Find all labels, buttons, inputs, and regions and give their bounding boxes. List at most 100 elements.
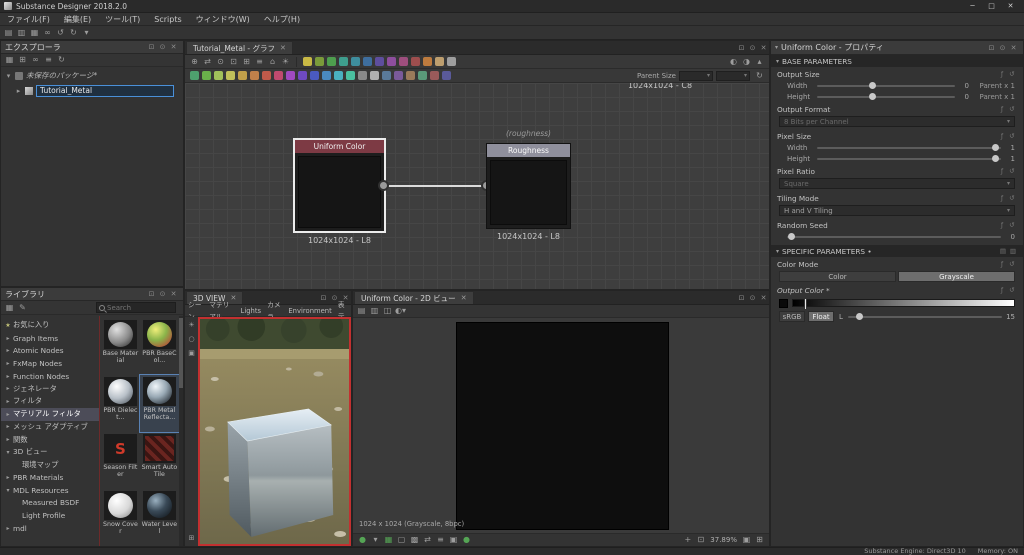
- library-node-icon[interactable]: [333, 71, 343, 80]
- output-connector-dot[interactable]: [378, 180, 389, 191]
- tab-2d-view[interactable]: Uniform Color - 2D ビュー ✕: [354, 291, 474, 304]
- library-node-icon[interactable]: [273, 71, 283, 80]
- comment-icon[interactable]: ≡: [253, 56, 266, 68]
- history-dropdown-icon[interactable]: ▾: [80, 27, 93, 39]
- node-roughness[interactable]: Roughness: [486, 143, 571, 229]
- function-icon[interactable]: ƒ: [997, 192, 1007, 204]
- canvas-toggle-icon[interactable]: ▢: [395, 534, 408, 546]
- graph-row[interactable]: ▸: [1, 84, 183, 97]
- library-tree-item[interactable]: Light Profile: [1, 509, 99, 522]
- close-icon[interactable]: ✕: [1001, 0, 1020, 12]
- refresh-icon[interactable]: ↻: [55, 54, 68, 66]
- library-node-icon[interactable]: [285, 71, 295, 80]
- save-all-icon[interactable]: ▦: [3, 54, 16, 66]
- float-panel-icon[interactable]: ⊡: [736, 42, 747, 54]
- library-search[interactable]: [96, 302, 176, 313]
- pin-panel-icon[interactable]: ⊙: [157, 41, 168, 53]
- parent-size-height-select[interactable]: ▾: [716, 70, 750, 81]
- select-tool-icon[interactable]: ⊕: [188, 56, 201, 68]
- edit-filter-icon[interactable]: ✎: [16, 302, 29, 314]
- refresh-outputs-icon[interactable]: ↻: [753, 70, 766, 82]
- node-uniform-color[interactable]: Uniform Color: [293, 138, 386, 233]
- close-panel-icon[interactable]: ✕: [168, 41, 179, 53]
- lock-zoom-icon[interactable]: ▣: [740, 534, 753, 546]
- library-tree-item[interactable]: ▾ MDL Resources: [1, 484, 99, 497]
- library-thumbnail[interactable]: Water Level: [140, 489, 179, 546]
- snap-icon[interactable]: ⊞: [240, 56, 253, 68]
- chevron-icon[interactable]: ▸: [5, 373, 11, 380]
- toolbar-options-icon[interactable]: ▴: [753, 56, 766, 68]
- undo-icon[interactable]: ↺: [54, 27, 67, 39]
- view3d-menu-item[interactable]: Lights: [238, 305, 265, 317]
- output-height-slider[interactable]: [817, 93, 955, 100]
- function-icon[interactable]: ƒ: [997, 103, 1007, 115]
- atomic-node-icon[interactable]: [434, 57, 444, 66]
- atomic-node-icon[interactable]: [410, 57, 420, 66]
- reset-icon[interactable]: ↺: [1007, 258, 1017, 270]
- library-tree-item[interactable]: ▸ マテリアル フィルタ: [1, 407, 99, 421]
- library-node-icon[interactable]: [417, 71, 427, 80]
- color-swatch[interactable]: [779, 298, 788, 308]
- chevron-icon[interactable]: ▸: [5, 385, 11, 392]
- chevron-icon[interactable]: ▸: [5, 398, 11, 405]
- view-mode-icon[interactable]: ▦: [3, 302, 16, 314]
- library-node-icon[interactable]: [213, 71, 223, 80]
- output-width-slider[interactable]: [817, 82, 955, 89]
- section-base-parameters[interactable]: ▾ BASE PARAMETERS: [771, 55, 1023, 67]
- pin-panel-icon[interactable]: ⊙: [157, 288, 168, 300]
- library-node-icon[interactable]: [249, 71, 259, 80]
- pixel-ratio-select[interactable]: Square ▾: [779, 178, 1015, 189]
- copy-image-icon[interactable]: ▥: [368, 305, 381, 317]
- reset-icon[interactable]: ↺: [1007, 130, 1017, 142]
- display-mode-icon[interactable]: ▣: [186, 348, 197, 358]
- tiling-preview-icon[interactable]: ▦: [382, 534, 395, 546]
- atomic-node-icon[interactable]: [422, 57, 432, 66]
- atomic-node-icon[interactable]: [362, 57, 372, 66]
- function-icon[interactable]: ƒ: [997, 130, 1007, 142]
- atomic-node-icon[interactable]: [302, 57, 312, 66]
- library-node-icon[interactable]: [321, 71, 331, 80]
- float-panel-icon[interactable]: ⊡: [986, 42, 997, 54]
- focus-icon[interactable]: ⊡: [227, 56, 240, 68]
- save-image-icon[interactable]: ▤: [355, 305, 368, 317]
- link-icon[interactable]: ∞: [41, 27, 54, 39]
- library-tree-item[interactable]: ▾ 3D ビュー: [1, 446, 99, 459]
- library-thumbnail[interactable]: PBR BaseCol...: [140, 318, 179, 375]
- exposure-icon[interactable]: ☀: [279, 56, 292, 68]
- new-package-icon[interactable]: ▤: [2, 27, 15, 39]
- library-tree-item[interactable]: ▸ Function Nodes: [1, 370, 99, 383]
- reset-icon[interactable]: ↺: [1007, 219, 1017, 231]
- sun-light-icon[interactable]: ☀: [186, 320, 197, 330]
- filter-icon[interactable]: ≡: [42, 54, 55, 66]
- fit-view-icon[interactable]: ⊡: [694, 534, 707, 546]
- reset-icon[interactable]: ↺: [1007, 192, 1017, 204]
- menu-item[interactable]: Scripts: [147, 13, 188, 26]
- pan-icon[interactable]: ⇄: [421, 534, 434, 546]
- grid-toggle-icon[interactable]: ▩: [408, 534, 421, 546]
- library-node-icon[interactable]: [393, 71, 403, 80]
- preview-mode-icon[interactable]: ◐: [727, 56, 740, 68]
- library-node-icon[interactable]: [405, 71, 415, 80]
- menu-item[interactable]: ウィンドウ(W): [189, 13, 257, 26]
- list-icon[interactable]: ▥: [1008, 245, 1018, 257]
- chevron-icon[interactable]: ▸: [5, 347, 11, 354]
- view3d-menu-item[interactable]: Environment: [285, 305, 334, 317]
- chevron-down-icon[interactable]: ▾: [775, 44, 778, 51]
- atomic-node-icon[interactable]: [350, 57, 360, 66]
- graph-name-input[interactable]: [36, 84, 174, 97]
- library-thumbnail[interactable]: S Season Filter: [101, 432, 140, 489]
- pan-tool-icon[interactable]: ⇄: [201, 56, 214, 68]
- atomic-node-icon[interactable]: [314, 57, 324, 66]
- output-format-select[interactable]: 8 Bits per Channel ▾: [779, 116, 1015, 127]
- library-tree-item[interactable]: Measured BSDF: [1, 497, 99, 510]
- chevron-icon[interactable]: ▸: [5, 474, 11, 481]
- library-node-icon[interactable]: [429, 71, 439, 80]
- histogram-icon[interactable]: ▣: [447, 534, 460, 546]
- 2d-canvas[interactable]: 1024 x 1024 (Grayscale, 8bpc): [353, 318, 769, 533]
- link-package-icon[interactable]: ∞: [29, 54, 42, 66]
- close-panel-icon[interactable]: ✕: [168, 288, 179, 300]
- library-node-icon[interactable]: [381, 71, 391, 80]
- status-dot-icon[interactable]: ●: [460, 534, 473, 546]
- tiling-mode-select[interactable]: H and V Tiling ▾: [779, 205, 1015, 216]
- tab-graph[interactable]: Tutorial_Metal - グラフ ✕: [186, 41, 293, 54]
